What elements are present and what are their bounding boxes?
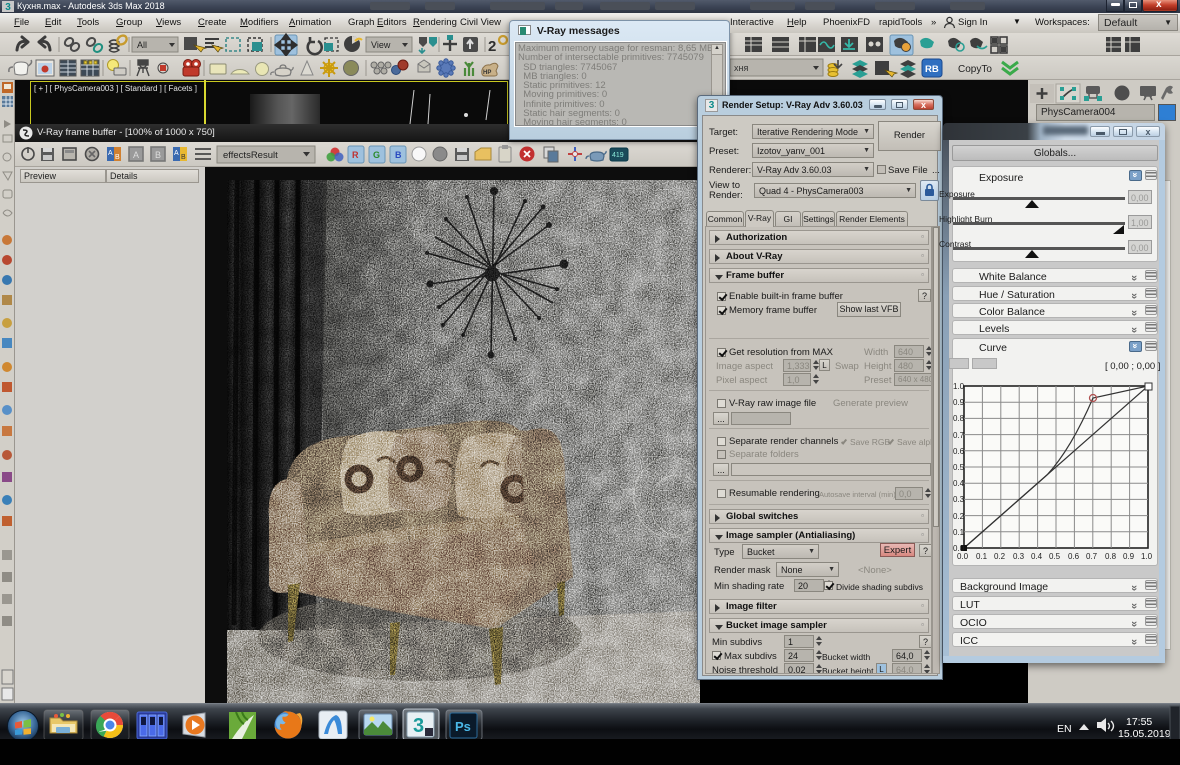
svg-text:A: A (174, 150, 179, 157)
svg-text:0.8: 0.8 (1105, 552, 1117, 561)
svg-text:B: B (395, 150, 402, 160)
svg-text:Ps: Ps (455, 719, 471, 734)
svg-text:419: 419 (612, 152, 624, 159)
svg-text:2: 2 (488, 38, 496, 55)
svg-text:0.4: 0.4 (1031, 552, 1043, 561)
svg-text:B: B (181, 154, 186, 161)
svg-text:хня: хня (734, 63, 748, 73)
svg-text:0.6: 0.6 (1068, 552, 1080, 561)
svg-text:0.7: 0.7 (953, 431, 965, 440)
svg-text:0.4: 0.4 (953, 479, 965, 488)
svg-text:0.3: 0.3 (1013, 552, 1025, 561)
svg-text:A: A (133, 150, 139, 160)
svg-text:0.6: 0.6 (953, 447, 965, 456)
svg-text:RB: RB (925, 64, 939, 75)
svg-text:CopyTo: CopyTo (958, 64, 992, 75)
svg-text:All: All (137, 40, 147, 50)
svg-text:EN: EN (1057, 723, 1072, 735)
svg-text:G: G (373, 150, 380, 160)
svg-text:0.0: 0.0 (957, 552, 969, 561)
svg-text:17:55: 17:55 (1126, 716, 1152, 728)
svg-text:0.3: 0.3 (953, 495, 965, 504)
svg-text:3: 3 (5, 2, 11, 12)
svg-text:0.9: 0.9 (1123, 552, 1135, 561)
svg-text:R: R (352, 150, 359, 160)
svg-text:A: A (108, 150, 113, 157)
svg-text:0.5: 0.5 (953, 463, 965, 472)
svg-text:0.1: 0.1 (976, 552, 988, 561)
svg-text:0.8: 0.8 (953, 414, 965, 423)
svg-text:1.0: 1.0 (953, 382, 965, 391)
svg-text:0.2: 0.2 (994, 552, 1006, 561)
svg-text:HP: HP (483, 70, 491, 76)
svg-text:0.7: 0.7 (1086, 552, 1098, 561)
svg-text:0.5: 0.5 (1049, 552, 1061, 561)
svg-text:View: View (371, 40, 391, 50)
svg-text:0.1: 0.1 (953, 528, 965, 537)
svg-text:0.2: 0.2 (953, 512, 965, 521)
svg-text:B: B (155, 150, 161, 160)
svg-text:effectsResult: effectsResult (223, 150, 278, 161)
svg-text:B: B (115, 154, 120, 161)
svg-text:3: 3 (413, 715, 424, 737)
svg-text:0.9: 0.9 (953, 398, 965, 407)
svg-text:1.0: 1.0 (1141, 552, 1153, 561)
